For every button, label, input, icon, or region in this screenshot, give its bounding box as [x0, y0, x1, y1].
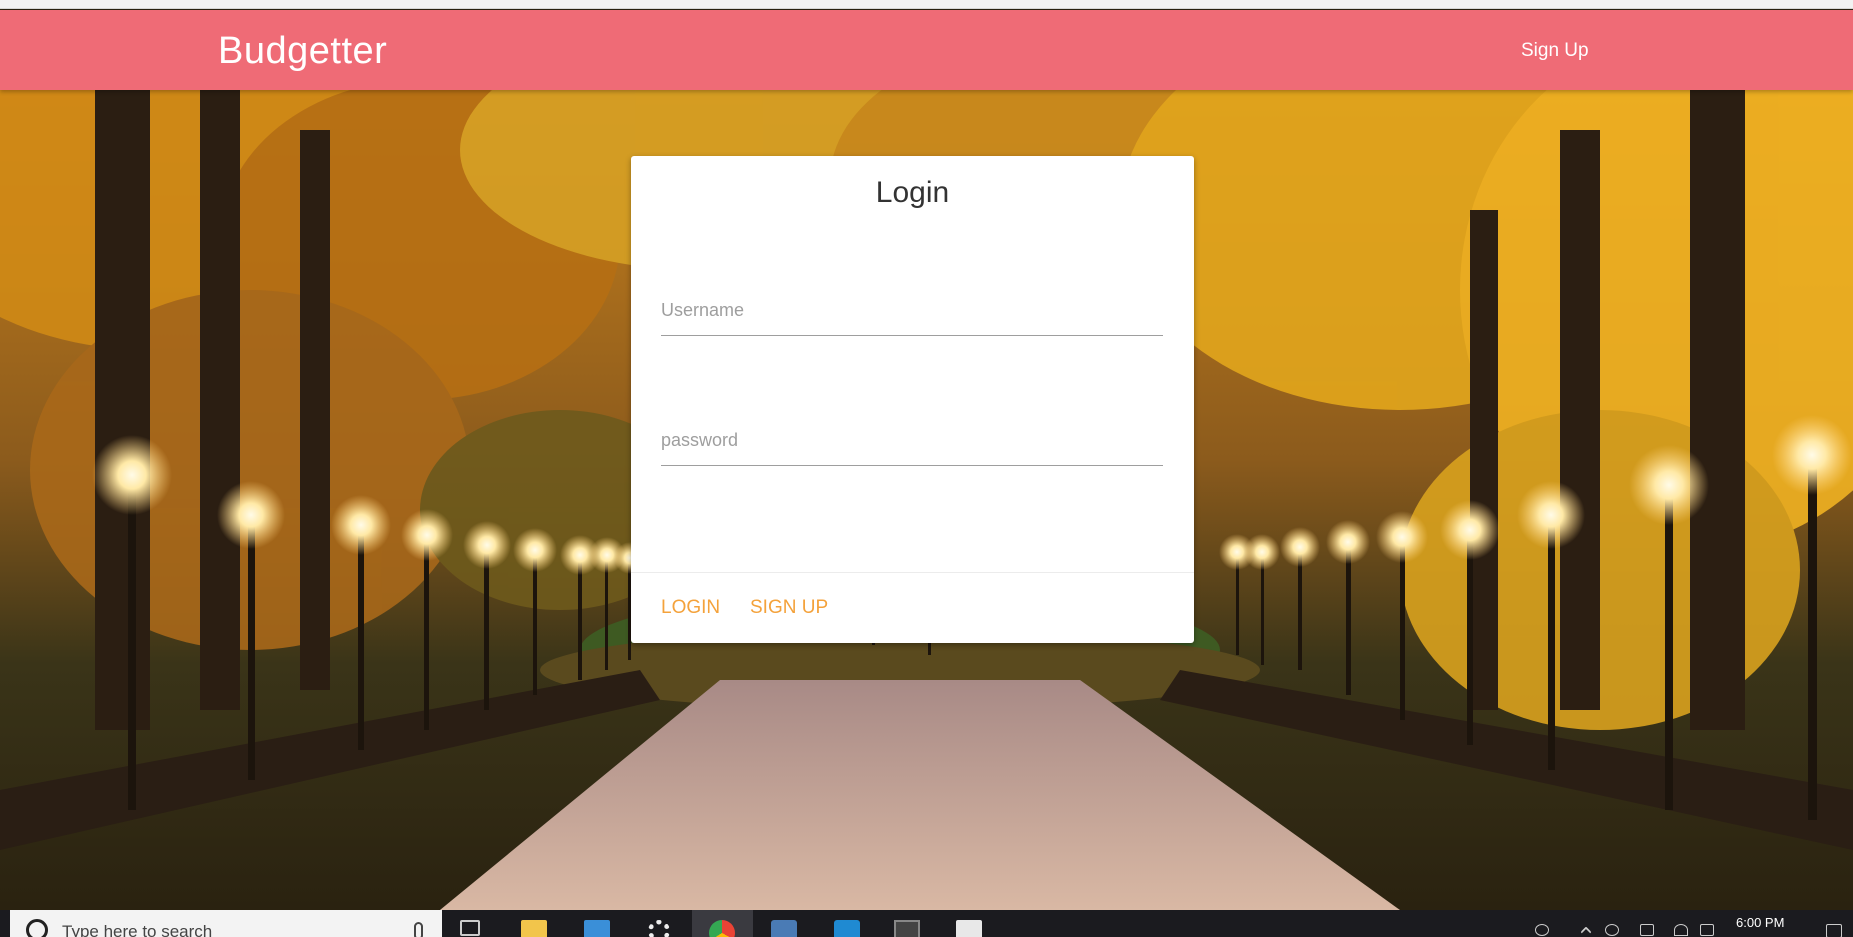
login-title: Login — [875, 176, 950, 209]
store-icon[interactable] — [584, 920, 610, 937]
sign-up-button[interactable]: SIGN UP — [750, 597, 828, 619]
calculator-icon[interactable] — [956, 920, 982, 937]
username-field[interactable] — [661, 286, 1163, 336]
taskbar-clock[interactable]: 6:00 PM — [1736, 915, 1784, 930]
chevron-up-icon[interactable] — [1580, 926, 1592, 937]
navbar: Budgetter Sign Up — [0, 10, 1853, 90]
vscode-icon[interactable] — [834, 920, 860, 937]
mysql-icon[interactable] — [771, 920, 797, 937]
login-card: Login LOGIN SIGN UP — [631, 156, 1194, 643]
microphone-icon[interactable] — [414, 922, 423, 937]
card-action-bar: LOGIN SIGN UP — [631, 572, 1194, 643]
login-button[interactable]: LOGIN — [661, 597, 720, 619]
volume-icon[interactable] — [1700, 924, 1714, 936]
battery-icon[interactable] — [1640, 924, 1654, 936]
cloud-icon[interactable] — [1605, 924, 1619, 936]
people-icon[interactable] — [1535, 924, 1549, 936]
windows-taskbar: Type here to search 6:00 PM — [0, 910, 1853, 937]
password-field[interactable] — [661, 416, 1163, 466]
taskbar-search-placeholder: Type here to search — [62, 922, 213, 937]
wifi-icon[interactable] — [1674, 924, 1688, 936]
search-icon — [26, 919, 48, 937]
terminal-icon[interactable] — [894, 920, 920, 937]
browser-top-strip — [0, 0, 1853, 9]
nav-sign-up-link[interactable]: Sign Up — [1521, 40, 1589, 62]
file-explorer-icon[interactable] — [521, 920, 547, 937]
notifications-icon[interactable] — [1826, 924, 1842, 937]
taskbar-search-box[interactable]: Type here to search — [10, 910, 442, 937]
settings-icon[interactable] — [648, 920, 670, 937]
task-view-icon[interactable] — [460, 920, 480, 936]
brand-logo[interactable]: Budgetter — [218, 30, 387, 73]
